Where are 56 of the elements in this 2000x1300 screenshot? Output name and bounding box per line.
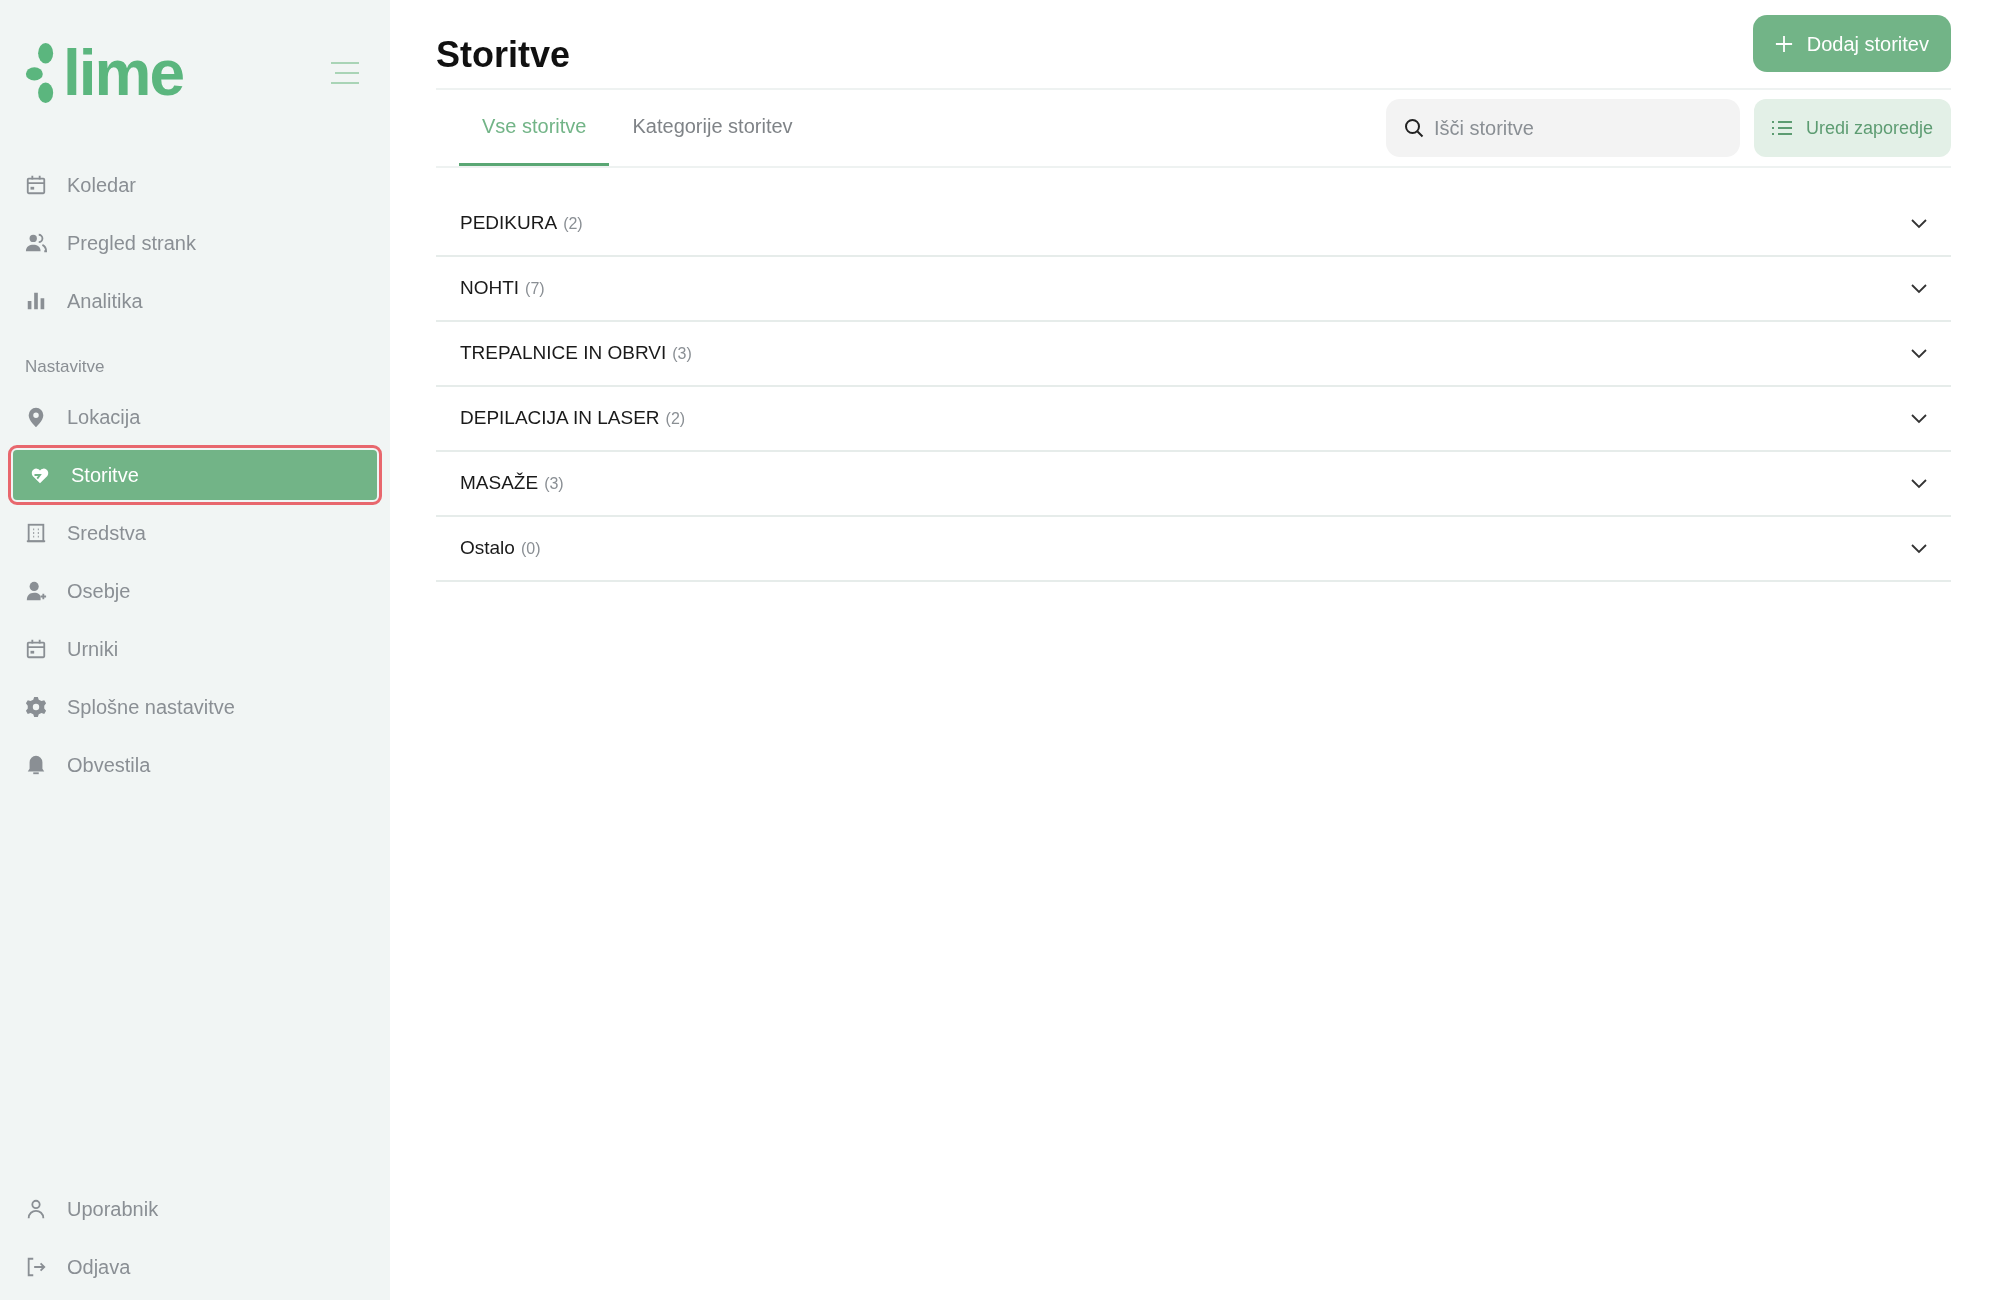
sidebar-item[interactable]: Uporabnik bbox=[13, 1184, 377, 1234]
sidebar-item[interactable]: Urniki bbox=[13, 623, 377, 674]
sidebar-item[interactable]: Splošne nastavitve bbox=[13, 681, 377, 732]
chevron-icon[interactable] bbox=[1911, 218, 1927, 229]
reorder-button[interactable]: Uredi zaporedje bbox=[1753, 99, 1951, 158]
category-row[interactable]: DEPILACIJA IN LASER (2) bbox=[436, 387, 1951, 453]
category-row[interactable]: NOHTI (7) bbox=[436, 257, 1951, 323]
bar-chart-icon bbox=[25, 290, 47, 312]
category-name: MASAŽE bbox=[460, 472, 539, 494]
tab[interactable]: Vse storitve bbox=[459, 88, 610, 167]
user-icon bbox=[25, 1198, 47, 1220]
category-row[interactable]: TREPALNICE IN OBRVI (3) bbox=[436, 322, 1951, 388]
sidebar-item[interactable]: Obvestila bbox=[13, 739, 377, 790]
sidebar-item[interactable]: Sredstva bbox=[13, 507, 377, 558]
category-name: Ostalo bbox=[460, 537, 515, 559]
sidebar-item[interactable]: Odjava bbox=[13, 1242, 377, 1292]
calendar-icon bbox=[25, 637, 47, 660]
tab[interactable]: Kategorije storitev bbox=[609, 88, 816, 167]
chevron-icon[interactable] bbox=[1911, 413, 1927, 424]
people-icon bbox=[25, 232, 47, 254]
logo-mark-icon bbox=[25, 42, 55, 104]
building-icon bbox=[25, 521, 47, 544]
sidebar-item[interactable]: Osebje bbox=[13, 565, 377, 616]
category-count: (3) bbox=[672, 345, 692, 363]
calendar-icon bbox=[25, 174, 47, 196]
sidebar-item[interactable]: Koledar bbox=[13, 160, 377, 210]
category-count: (3) bbox=[544, 475, 564, 493]
sidebar-item[interactable]: Analitika bbox=[13, 276, 377, 326]
plus-icon bbox=[1774, 34, 1793, 53]
category-name: DEPILACIJA IN LASER bbox=[460, 407, 660, 429]
page-title: Storitve bbox=[436, 33, 571, 77]
search-field[interactable]: Išči storitve bbox=[1385, 99, 1740, 158]
category-row[interactable]: MASAŽE (3) bbox=[436, 452, 1951, 518]
chevron-icon[interactable] bbox=[1911, 348, 1927, 359]
settings-icon bbox=[25, 695, 47, 718]
chevron-icon[interactable] bbox=[1911, 478, 1927, 489]
list-icon bbox=[1771, 120, 1792, 137]
category-count: (2) bbox=[563, 215, 583, 233]
category-name: TREPALNICE IN OBRVI bbox=[460, 342, 667, 364]
chevron-icon[interactable] bbox=[1911, 543, 1927, 554]
category-row[interactable]: PEDIKURA (2) bbox=[436, 192, 1951, 258]
category-count: (0) bbox=[520, 540, 541, 558]
logout-icon bbox=[25, 1256, 47, 1278]
sidebar-item[interactable]: Pregled strank bbox=[13, 218, 377, 268]
logo-text: lime bbox=[63, 41, 184, 105]
chevron-icon[interactable] bbox=[1911, 283, 1927, 294]
category-count: (2) bbox=[665, 410, 686, 428]
add-service-button[interactable]: Dodaj storitev bbox=[1752, 15, 1951, 72]
sidebar-item[interactable]: Lokacija bbox=[13, 391, 377, 442]
category-row[interactable]: Ostalo (0) bbox=[436, 517, 1951, 583]
add-user-icon bbox=[25, 579, 47, 602]
bell-icon bbox=[25, 753, 47, 776]
category-name: PEDIKURA bbox=[460, 212, 558, 234]
section-heading: Nastavitve bbox=[24, 356, 106, 378]
category-name: NOHTI bbox=[460, 277, 520, 299]
category-count: (7) bbox=[525, 280, 545, 298]
